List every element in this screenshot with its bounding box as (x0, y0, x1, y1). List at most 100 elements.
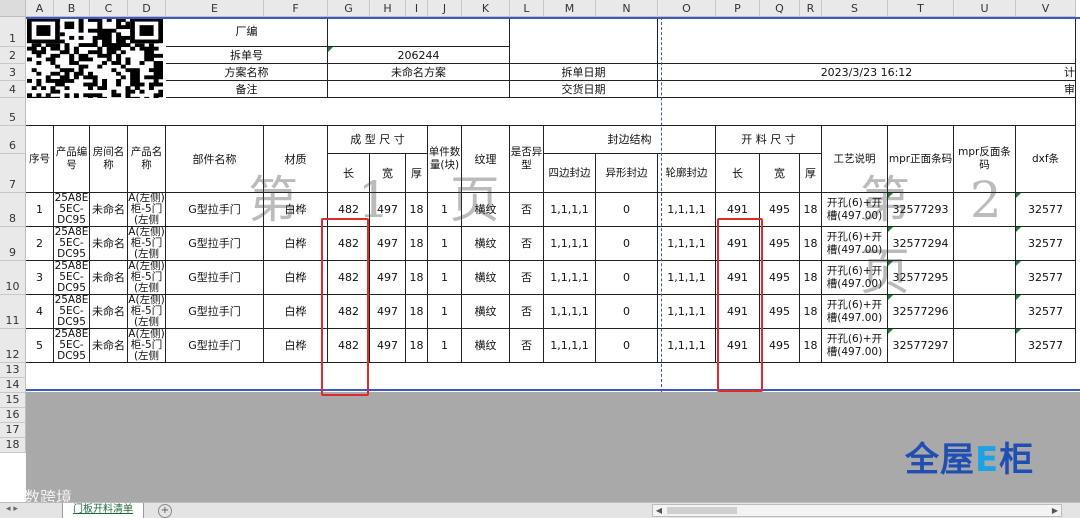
row-header-7[interactable]: 7 (0, 154, 26, 193)
column-header-n[interactable]: N (596, 0, 658, 17)
header-edge-structure[interactable]: 封边结构 (544, 126, 716, 154)
cell-mpr-back-5[interactable] (954, 329, 1016, 363)
header-width[interactable]: 宽 (370, 154, 406, 193)
cell-dxf-4[interactable]: 32577 (1016, 295, 1076, 329)
cell-product-3[interactable]: A(左侧) 柜-5门 (左侧 (128, 261, 166, 295)
cell-spec_edge-2[interactable]: 0 (596, 227, 658, 261)
add-sheet-icon[interactable]: + (158, 504, 172, 518)
header-mpr-front[interactable]: mpr正面条码 (888, 126, 954, 193)
cell-part-5[interactable]: G型拉手门 (166, 329, 264, 363)
blank-header-right[interactable] (510, 17, 658, 64)
header-mpr-back[interactable]: mpr反面条码 (954, 126, 1016, 193)
cell-grain-3[interactable]: 横纹 (462, 261, 510, 295)
column-header-l[interactable]: L (510, 0, 544, 17)
cell-cut_wid-1[interactable]: 495 (760, 193, 800, 227)
cell-process-1[interactable]: 开孔(6)+开槽(497.00) (822, 193, 888, 227)
scroll-left-icon[interactable]: ◀ (653, 505, 665, 516)
cell-dxf-5[interactable]: 32577 (1016, 329, 1076, 363)
cell-process-4[interactable]: 开孔(6)+开槽(497.00) (822, 295, 888, 329)
cell-dxf-2[interactable]: 32577 (1016, 227, 1076, 261)
cell-seq-1[interactable]: 1 (26, 193, 54, 227)
header-grain[interactable]: 纹理 (462, 126, 510, 193)
cell-grain-4[interactable]: 横纹 (462, 295, 510, 329)
row-header-16[interactable]: 16 (0, 408, 26, 423)
row-header-5[interactable]: 5 (0, 98, 26, 126)
cell-product-2[interactable]: A(左侧) 柜-5门 (左侧 (128, 227, 166, 261)
cell-seq-5[interactable]: 5 (26, 329, 54, 363)
cell-spec_edge-3[interactable]: 0 (596, 261, 658, 295)
cell-cut_thk-5[interactable]: 18 (800, 329, 822, 363)
header-material[interactable]: 材质 (264, 126, 328, 193)
row-header-8[interactable]: 8 (0, 193, 26, 227)
cell-process-3[interactable]: 开孔(6)+开槽(497.00) (822, 261, 888, 295)
cell-product-5[interactable]: A(左侧) 柜-5门 (左侧 (128, 329, 166, 363)
cell-contour-3[interactable]: 1,1,1,1 (658, 261, 716, 295)
header-forming-size[interactable]: 成 型 尺 寸 (328, 126, 428, 154)
row-header-4[interactable]: 4 (0, 81, 26, 98)
header-special-edge[interactable]: 异形封边 (596, 154, 658, 193)
column-header-u[interactable]: U (954, 0, 1016, 17)
header-process-desc[interactable]: 工艺说明 (822, 126, 888, 193)
cell-room-3[interactable]: 未命名 (90, 261, 128, 295)
cell-four-2[interactable]: 1,1,1,1 (544, 227, 596, 261)
header-contour-edge[interactable]: 轮廓封边 (658, 154, 716, 193)
cell-product-4[interactable]: A(左侧) 柜-5门 (左侧 (128, 295, 166, 329)
cell-material-3[interactable]: 白桦 (264, 261, 328, 295)
cell-dxf-1[interactable]: 32577 (1016, 193, 1076, 227)
cell-thk-3[interactable]: 18 (406, 261, 428, 295)
cell-part-2[interactable]: G型拉手门 (166, 227, 264, 261)
sheet-tab[interactable]: 门板开料清单 (62, 503, 144, 518)
header-product-name[interactable]: 产品名称 (128, 126, 166, 193)
cell-thk-4[interactable]: 18 (406, 295, 428, 329)
cell-seq-2[interactable]: 2 (26, 227, 54, 261)
column-header-b[interactable]: B (54, 0, 90, 17)
cell-wid-2[interactable]: 497 (370, 227, 406, 261)
column-header-p[interactable]: P (716, 0, 760, 17)
cell-material-2[interactable]: 白桦 (264, 227, 328, 261)
cell-special-2[interactable]: 否 (510, 227, 544, 261)
cell-wid-3[interactable]: 497 (370, 261, 406, 295)
cell-cut_wid-4[interactable]: 495 (760, 295, 800, 329)
header-thickness[interactable]: 厚 (406, 154, 428, 193)
plan-label[interactable]: 计 (1016, 64, 1076, 81)
cell-wid-1[interactable]: 497 (370, 193, 406, 227)
column-header-g[interactable]: G (328, 0, 370, 17)
blank-header-far[interactable] (658, 17, 1076, 64)
row-header-3[interactable]: 3 (0, 64, 26, 81)
cell-part-4[interactable]: G型拉手门 (166, 295, 264, 329)
column-header-d[interactable]: D (128, 0, 166, 17)
cell-mpr-back-4[interactable] (954, 295, 1016, 329)
column-header-t[interactable]: T (888, 0, 954, 17)
cell-mpr-1[interactable]: 32577293 (888, 193, 954, 227)
cell-thk-1[interactable]: 18 (406, 193, 428, 227)
cell-part-3[interactable]: G型拉手门 (166, 261, 264, 295)
cell-mpr-back-1[interactable] (954, 193, 1016, 227)
cell-qty-1[interactable]: 1 (428, 193, 462, 227)
cell-room-5[interactable]: 未命名 (90, 329, 128, 363)
cell-room-2[interactable]: 未命名 (90, 227, 128, 261)
cell-product-1[interactable]: A(左侧) 柜-5门 (左侧 (128, 193, 166, 227)
cell-four-5[interactable]: 1,1,1,1 (544, 329, 596, 363)
cell-special-3[interactable]: 否 (510, 261, 544, 295)
blank-row-5[interactable] (26, 98, 1076, 126)
header-qty[interactable]: 单件数量(块) (428, 126, 462, 193)
column-header-s[interactable]: S (822, 0, 888, 17)
cell-spec_edge-4[interactable]: 0 (596, 295, 658, 329)
order-no-value[interactable]: 206244 (328, 47, 510, 64)
cell-mpr-3[interactable]: 32577295 (888, 261, 954, 295)
header-length[interactable]: 长 (328, 154, 370, 193)
cell-spec_edge-5[interactable]: 0 (596, 329, 658, 363)
cell-mpr-5[interactable]: 32577297 (888, 329, 954, 363)
tab-scroll-icon[interactable]: ◂ ▸ (6, 504, 18, 514)
cell-thk-2[interactable]: 18 (406, 227, 428, 261)
cell-four-4[interactable]: 1,1,1,1 (544, 295, 596, 329)
cell-room-4[interactable]: 未命名 (90, 295, 128, 329)
header-special[interactable]: 是否异型 (510, 126, 544, 193)
cell-cut_wid-2[interactable]: 495 (760, 227, 800, 261)
cell-material-1[interactable]: 白桦 (264, 193, 328, 227)
cell-cut_thk-3[interactable]: 18 (800, 261, 822, 295)
column-header-f[interactable]: F (264, 0, 328, 17)
column-header-c[interactable]: C (90, 0, 128, 17)
cell-wid-4[interactable]: 497 (370, 295, 406, 329)
cell-qty-5[interactable]: 1 (428, 329, 462, 363)
